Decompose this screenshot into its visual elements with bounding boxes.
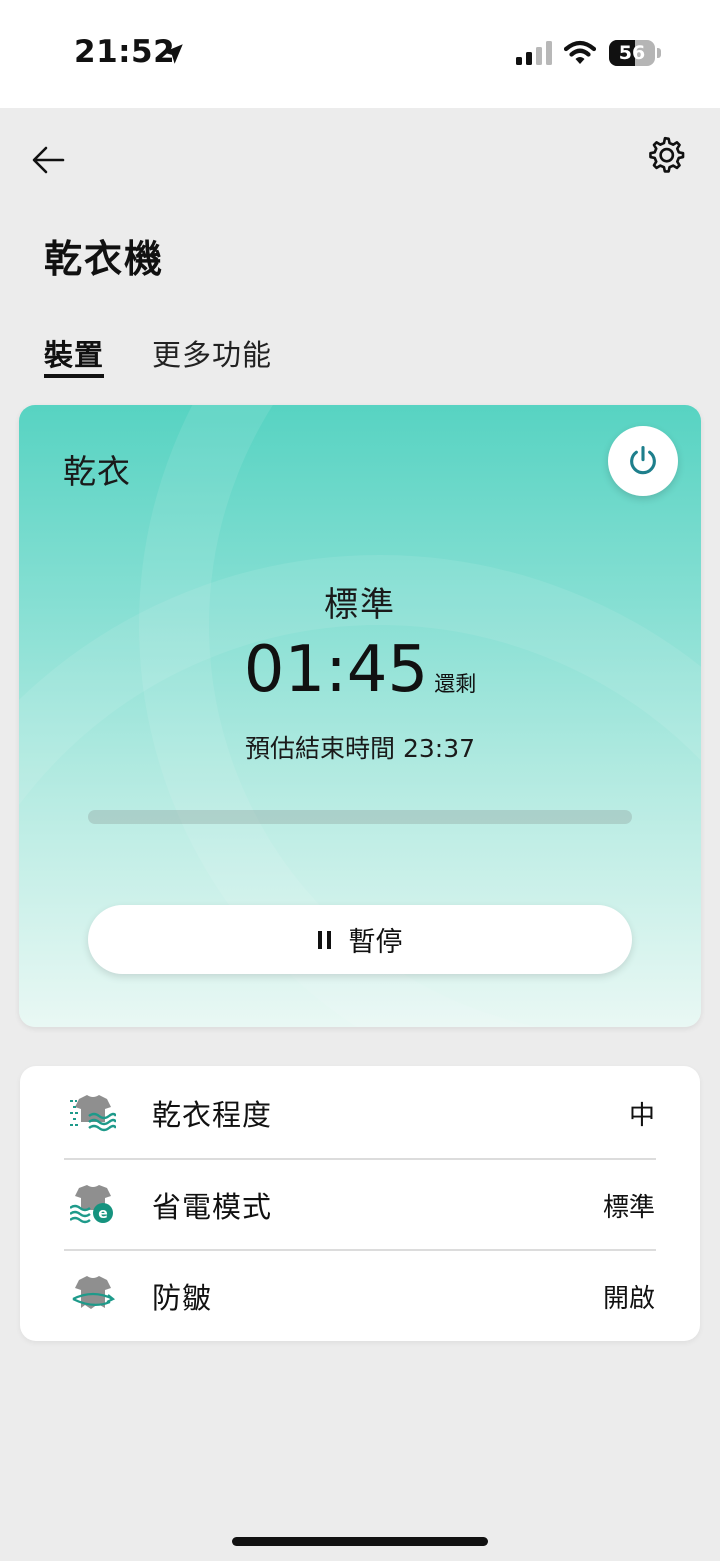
settings-button[interactable]	[642, 133, 688, 179]
dry-level-icon	[70, 1095, 116, 1132]
option-value: 開啟	[602, 1284, 655, 1314]
gear-icon	[649, 136, 685, 173]
wifi-icon	[564, 40, 596, 64]
option-anti-crease[interactable]: 防皺 開啟	[20, 1249, 700, 1341]
remaining-label: 還剩	[434, 672, 477, 696]
battery-cap	[657, 48, 661, 58]
anti-crease-icon	[72, 1276, 116, 1309]
mode-title: 乾衣	[63, 452, 131, 491]
back-button[interactable]	[26, 138, 70, 182]
option-label: 乾衣程度	[152, 1098, 273, 1132]
option-value: 標準	[602, 1193, 655, 1223]
svg-text:e: e	[98, 1206, 108, 1222]
location-arrow-icon	[163, 44, 183, 64]
option-dry-level[interactable]: 乾衣程度 中	[20, 1066, 700, 1158]
progress-bar	[88, 810, 632, 824]
battery-icon: 56	[609, 40, 655, 66]
pause-label: 暫停	[348, 927, 403, 958]
time-remaining: 01:45	[243, 633, 429, 707]
page-title: 乾衣機	[44, 237, 165, 281]
cellular-signal-icon	[516, 41, 554, 65]
pause-icon	[317, 930, 331, 949]
power-button[interactable]	[608, 426, 678, 496]
energy-saving-icon: e	[70, 1185, 113, 1224]
tab-device[interactable]: 裝置	[44, 332, 105, 378]
power-icon	[630, 445, 656, 475]
cycle-status-card: 乾衣 標準 01:45 還剩 預估結束時間 23:37 暫停	[19, 405, 701, 1027]
option-label: 防皺	[152, 1281, 213, 1315]
battery-level: 56	[618, 42, 646, 64]
estimated-end-time: 23:37	[402, 734, 475, 763]
home-indicator[interactable]	[232, 1537, 488, 1546]
option-value: 中	[628, 1101, 655, 1131]
tab-more-features[interactable]: 更多功能	[152, 332, 272, 374]
pause-button[interactable]: 暫停	[88, 905, 632, 974]
option-label: 省電模式	[152, 1190, 273, 1224]
estimated-end-label: 預估結束時間	[244, 734, 395, 763]
time-remaining-row: 01:45 還剩	[19, 633, 701, 707]
status-bar: 21:52 56	[0, 0, 720, 108]
estimated-end-row: 預估結束時間 23:37	[19, 729, 701, 765]
arrow-left-icon	[32, 146, 65, 174]
options-card: 乾衣程度 中 e 省電模式 標準 防皺 開啟	[20, 1066, 700, 1341]
course-name: 標準	[324, 585, 396, 625]
option-energy-saving[interactable]: e 省電模式 標準	[20, 1158, 700, 1250]
